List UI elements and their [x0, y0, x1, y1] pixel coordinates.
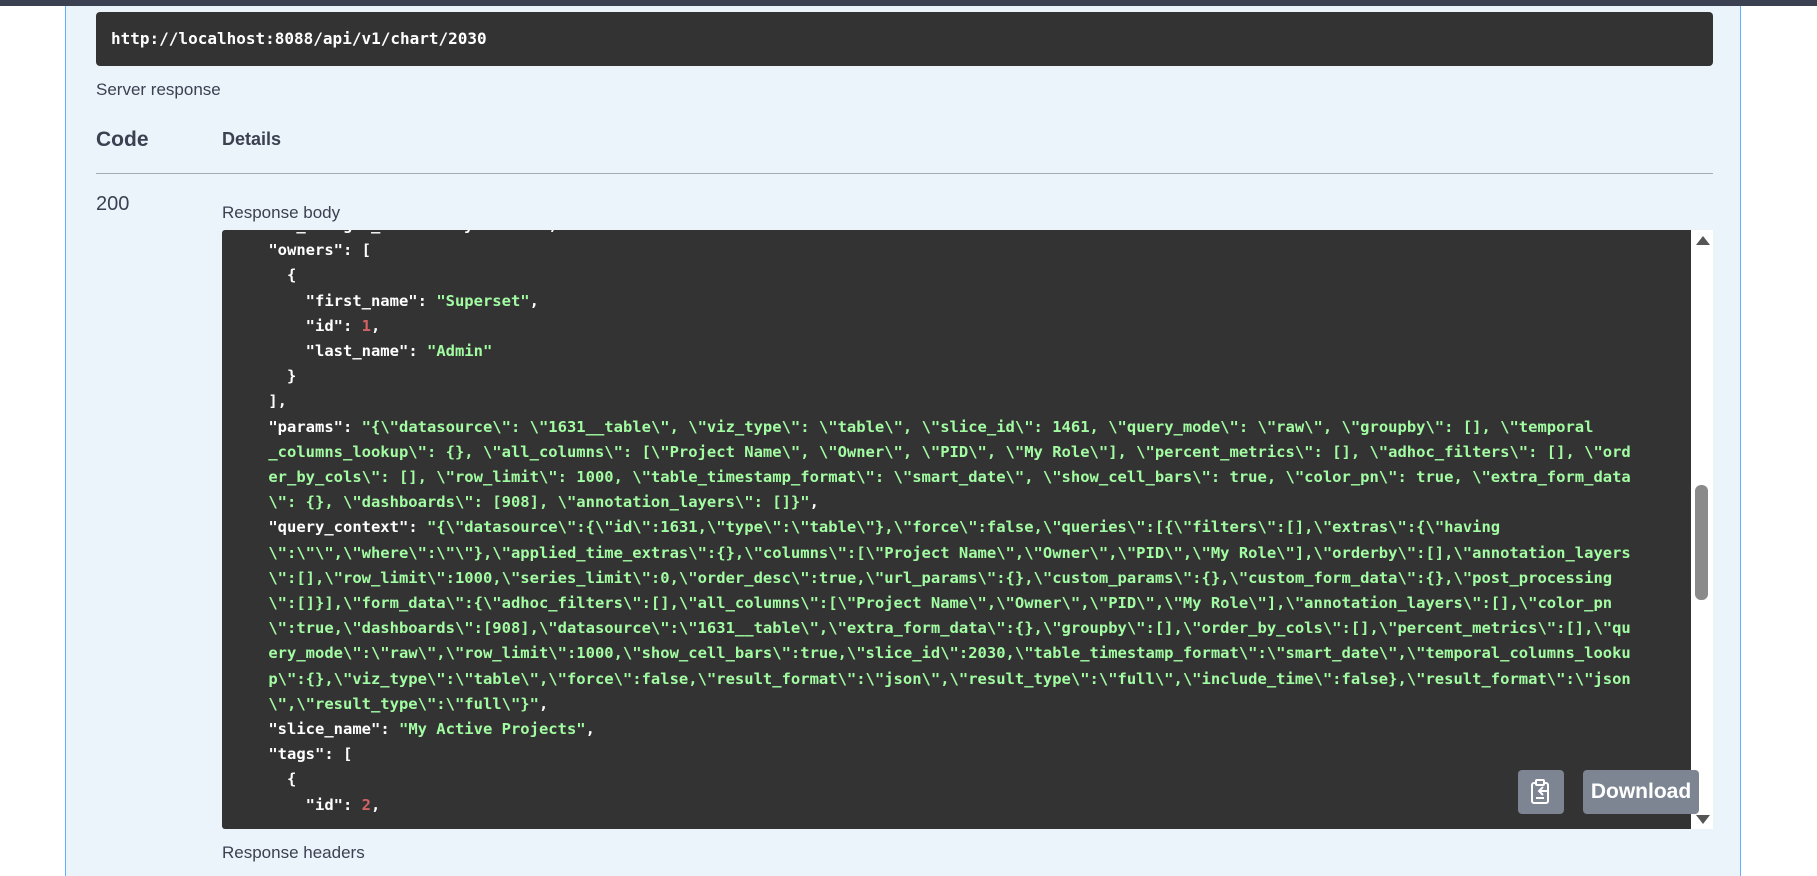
response-body-code[interactable]: "is_managed_externally": false, "owners"… [231, 230, 1681, 818]
code-token: : [483, 230, 502, 234]
code-token: { [231, 770, 297, 789]
code-line: "slice_name": "My Active Projects", [231, 717, 1681, 742]
scroll-up-arrow-icon[interactable] [1696, 236, 1710, 245]
code-token: "query_context" [231, 518, 409, 537]
code-token: , [538, 694, 549, 713]
code-token: "id" [231, 316, 343, 335]
code-line: "id": 2, [231, 793, 1681, 818]
code-token: , [809, 493, 819, 512]
code-token: : [380, 720, 399, 739]
code-token: : [342, 417, 362, 436]
code-token: , [371, 795, 381, 814]
code-line: \": {}, \"dashboards\": [908], \"annotat… [231, 490, 1681, 515]
code-line: { [231, 767, 1681, 792]
code-line: ery_mode\":\"raw\",\"row_limit\":1000,\"… [231, 641, 1681, 666]
scrollbar-thumb[interactable] [1695, 485, 1708, 600]
code-token: "tags" [231, 745, 325, 764]
code-token: "last_name" [231, 342, 409, 361]
code-token: "slice_name" [231, 720, 381, 739]
code-token: "first_name" [231, 291, 418, 310]
code-token: 2 [361, 795, 371, 814]
code-token: \":true,\"dashboards\":[908],\"datasourc… [231, 619, 1631, 638]
code-token: "params" [231, 417, 343, 436]
code-token: , [529, 291, 539, 310]
code-line: { [231, 263, 1681, 288]
code-token: "Admin" [426, 342, 493, 361]
code-line: _columns_lookup\": {}, \"all_columns\": … [231, 440, 1681, 465]
code-token: , [371, 316, 381, 335]
code-token: { [231, 266, 297, 285]
code-line: "is_managed_externally": false, [231, 230, 1681, 238]
code-token: "Superset" [436, 291, 530, 310]
request-url: http://localhost:8088/api/v1/chart/2030 [96, 12, 1713, 66]
code-line: ], [231, 389, 1681, 414]
code-token: er_by_cols\": [], \"row_limit\": 1000, \… [231, 468, 1631, 487]
code-line: "params": "{\"datasource\": \"1631__tabl… [231, 415, 1681, 440]
download-button[interactable]: Download [1583, 770, 1699, 814]
code-token: false [502, 230, 549, 234]
code-line: "last_name": "Admin" [231, 339, 1681, 364]
code-token: } [231, 367, 297, 386]
code-token: "owners" [231, 241, 343, 260]
response-headers-label: Response headers [222, 843, 365, 862]
header-divider [96, 173, 1713, 174]
code-token: : [ [324, 745, 353, 764]
code-line: "owners": [ [231, 238, 1681, 263]
code-line: "tags": [ [231, 742, 1681, 767]
code-line: \":[]}],\"form_data\":{\"adhoc_filters\"… [231, 591, 1681, 616]
code-token: : [408, 518, 427, 537]
code-column-header: Code [96, 128, 149, 151]
copy-to-clipboard-button[interactable] [1518, 770, 1564, 814]
code-token: _columns_lookup\": {}, \"all_columns\": … [231, 442, 1631, 461]
code-token: \": {}, \"dashboards\": [908], \"annotat… [231, 493, 810, 512]
response-status-code: 200 [96, 193, 130, 215]
code-token: "{\"datasource\": \"1631__table\", \"viz… [361, 417, 1594, 436]
code-token: : [342, 795, 362, 814]
code-line: er_by_cols\": [], \"row_limit\": 1000, \… [231, 465, 1681, 490]
code-token: : [ [342, 241, 371, 260]
code-token: ], [231, 392, 287, 411]
code-line: p\":{},\"viz_type\":\"table\",\"force\":… [231, 667, 1681, 692]
code-token: "My Active Projects" [398, 720, 586, 739]
response-body[interactable]: "is_managed_externally": false, "owners"… [222, 230, 1691, 829]
scroll-down-arrow-icon[interactable] [1696, 815, 1710, 824]
clipboard-icon [1531, 779, 1549, 804]
code-token: , [585, 720, 595, 739]
code-token: "id" [231, 795, 343, 814]
code-token: "{\"datasource\":{\"id\":1631,\"type\":\… [426, 518, 1501, 537]
code-line: } [231, 364, 1681, 389]
code-token: , [548, 230, 557, 234]
server-response-heading: Server response [96, 80, 221, 99]
code-line: "id": 1, [231, 314, 1681, 339]
code-token: : [417, 291, 437, 310]
response-body-scrollbar[interactable] [1691, 230, 1713, 829]
code-token: \":\"\",\"where\":\"\"},\"applied_time_e… [231, 543, 1631, 562]
code-token: p\":{},\"viz_type\":\"table\",\"force\":… [231, 669, 1631, 688]
response-body-label: Response body [222, 203, 341, 222]
details-column-header: Details [222, 129, 282, 149]
code-line: \",\"result_type\":\"full\"}", [231, 692, 1681, 717]
code-line: "first_name": "Superset", [231, 289, 1681, 314]
code-token: ery_mode\":\"raw\",\"row_limit\":1000,\"… [231, 644, 1631, 663]
code-token: : [342, 316, 362, 335]
code-token: 1 [361, 316, 371, 335]
code-token: \":[]}],\"form_data\":{\"adhoc_filters\"… [231, 594, 1613, 613]
code-line: \":true,\"dashboards\":[908],\"datasourc… [231, 616, 1681, 641]
code-line: \":[],\"row_limit\":1000,\"series_limit\… [231, 566, 1681, 591]
code-token: \":[],\"row_limit\":1000,\"series_limit\… [231, 568, 1613, 587]
code-line: \":\"\",\"where\":\"\"},\"applied_time_e… [231, 541, 1681, 566]
code-line: "query_context": "{\"datasource\":{\"id\… [231, 515, 1681, 540]
code-token: \",\"result_type\":\"full\"}" [231, 694, 539, 713]
code-token: : [408, 342, 427, 361]
code-token: "is_managed_externally" [231, 230, 483, 234]
